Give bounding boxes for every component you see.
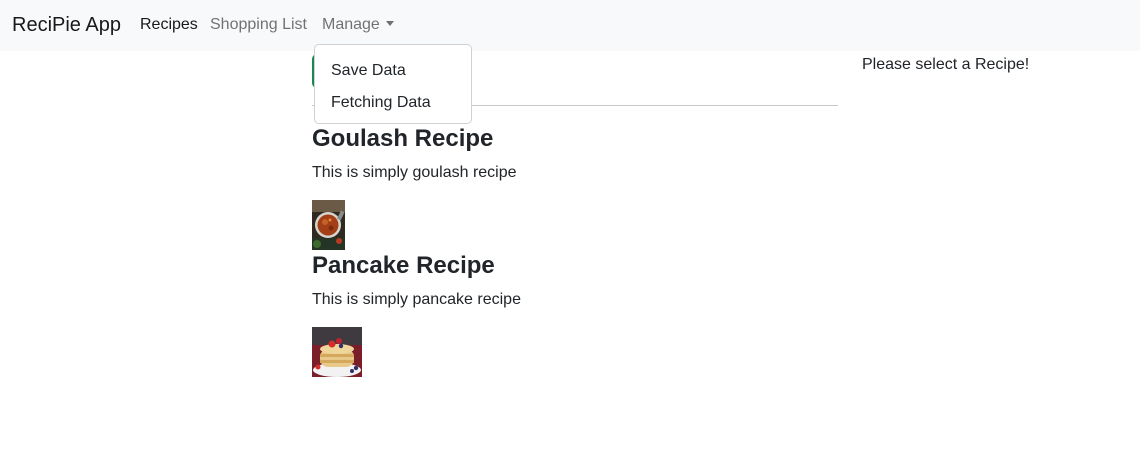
caret-down-icon: [385, 21, 394, 26]
menu-item-save-data[interactable]: Save Data: [331, 61, 406, 81]
pancake-image[interactable]: [312, 327, 362, 377]
navbar: ReciPie App Recipes Shopping List Manage: [0, 0, 1140, 51]
menu-item-fetch-data[interactable]: Fetching Data: [331, 93, 431, 113]
recipe-name[interactable]: Goulash Recipe: [312, 125, 493, 153]
recipe-description: This is simply pancake recipe: [312, 291, 521, 308]
brand-link[interactable]: ReciPie App: [12, 12, 121, 38]
nav-shopping-list[interactable]: Shopping List: [210, 15, 307, 35]
goulash-image[interactable]: [312, 200, 345, 250]
recipe-name[interactable]: Pancake Recipe: [312, 252, 495, 280]
manage-dropdown-menu: Save Data Fetching Data: [314, 44, 472, 124]
nav-manage-label: Manage: [322, 16, 380, 33]
recipe-description: This is simply goulash recipe: [312, 164, 517, 181]
nav-manage-dropdown[interactable]: Manage: [322, 15, 394, 35]
select-recipe-message: Please select a Recipe!: [862, 56, 1030, 73]
nav-recipes[interactable]: Recipes: [140, 15, 198, 35]
